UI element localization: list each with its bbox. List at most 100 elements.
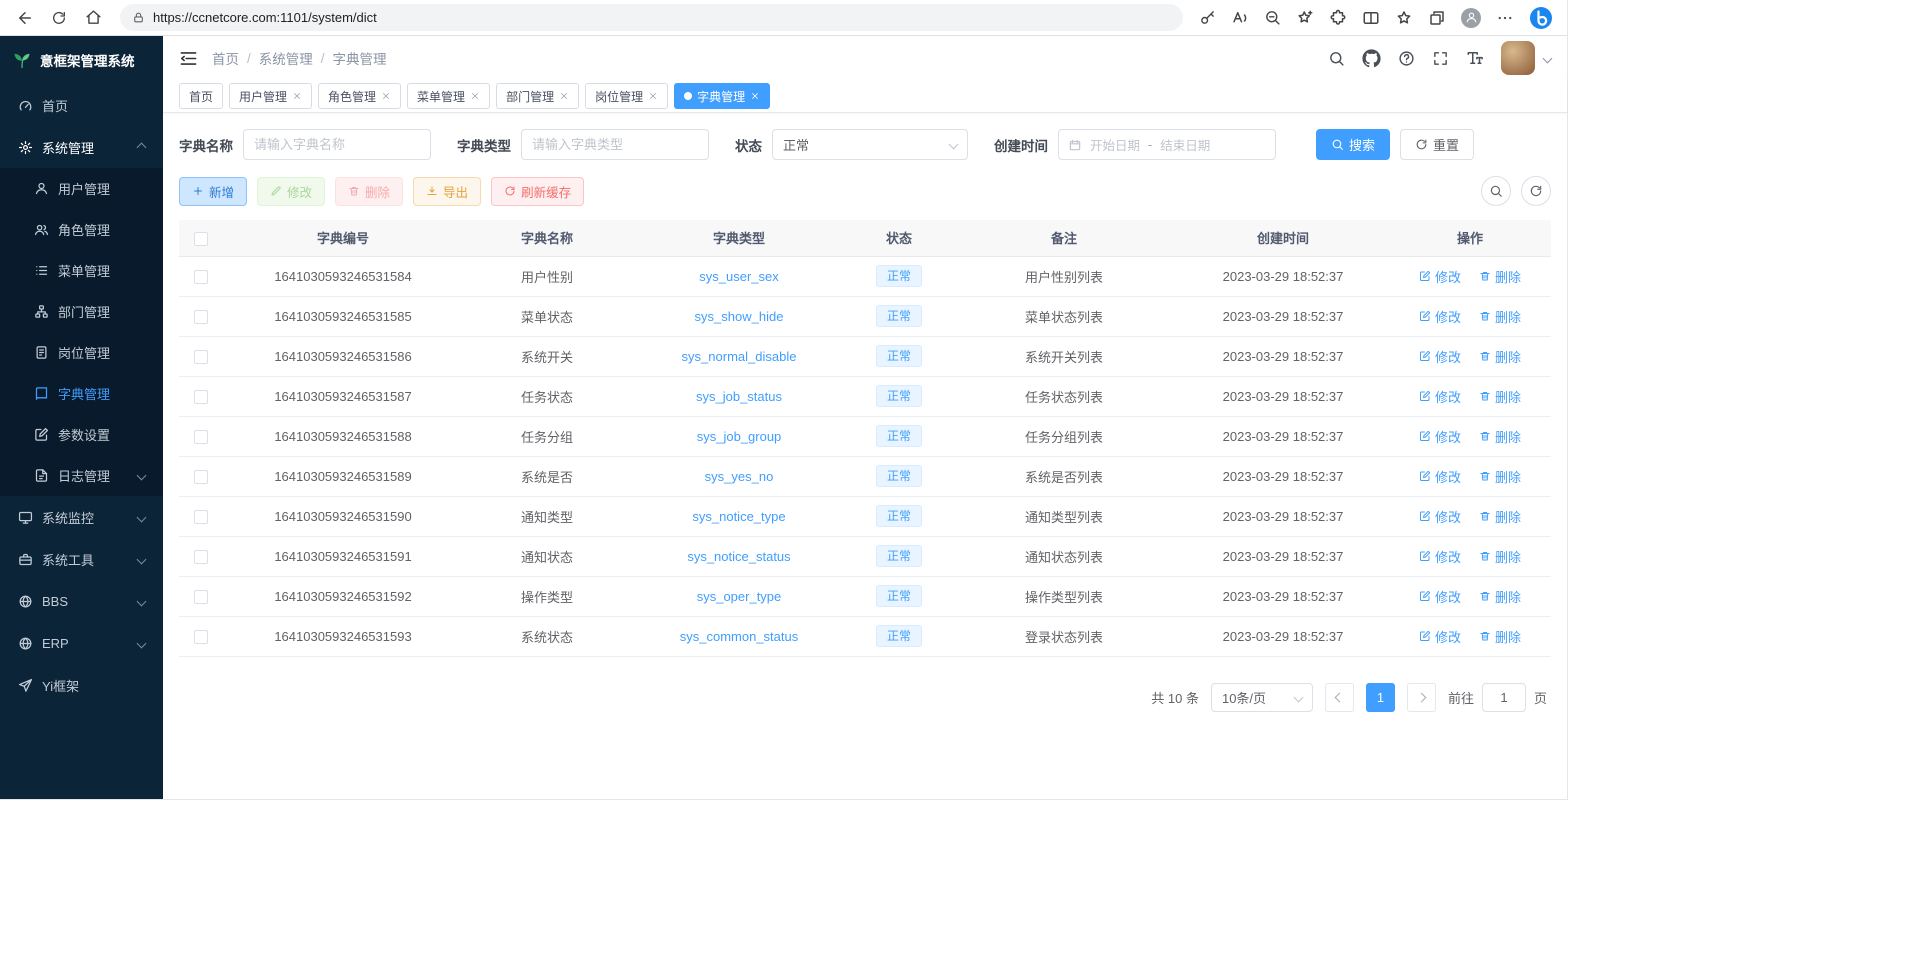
close-icon[interactable] [648, 91, 658, 101]
tab-dept-mgmt[interactable]: 部门管理 [496, 83, 579, 109]
site-info-lock-icon[interactable] [132, 11, 145, 24]
table-row[interactable]: 1641030593246531589 系统是否 sys_yes_no 正常 系… [179, 456, 1551, 496]
dict-type-link[interactable]: sys_yes_no [705, 469, 774, 484]
table-row[interactable]: 1641030593246531587 任务状态 sys_job_status … [179, 376, 1551, 416]
sidebar-item-role-mgmt[interactable]: 角色管理 [0, 209, 163, 250]
refresh-table-button[interactable] [1521, 176, 1551, 206]
dict-type-link[interactable]: sys_notice_status [687, 549, 790, 564]
table-row[interactable]: 1641030593246531586 系统开关 sys_normal_disa… [179, 336, 1551, 376]
select-all-checkbox[interactable] [194, 232, 208, 246]
table-row[interactable]: 1641030593246531591 通知状态 sys_notice_stat… [179, 536, 1551, 576]
row-delete-link[interactable]: 删除 [1479, 307, 1521, 326]
dict-type-link[interactable]: sys_show_hide [695, 309, 784, 324]
status-select[interactable]: 正常 [772, 129, 968, 160]
row-checkbox[interactable] [194, 630, 208, 644]
row-delete-link[interactable]: 删除 [1479, 547, 1521, 566]
dict-type-link[interactable]: sys_common_status [680, 629, 799, 644]
collections-icon[interactable] [1428, 9, 1446, 27]
table-row[interactable]: 1641030593246531592 操作类型 sys_oper_type 正… [179, 576, 1551, 616]
search-icon[interactable] [1328, 50, 1345, 67]
table-row[interactable]: 1641030593246531585 菜单状态 sys_show_hide 正… [179, 296, 1551, 336]
fullscreen-icon[interactable] [1432, 50, 1449, 67]
export-button[interactable]: 导出 [413, 177, 481, 206]
row-checkbox[interactable] [194, 550, 208, 564]
sidebar-item-home[interactable]: 首页 [0, 84, 163, 126]
close-icon[interactable] [470, 91, 480, 101]
sidebar-item-system-monitor[interactable]: 系统监控 [0, 496, 163, 538]
row-delete-link[interactable]: 删除 [1479, 387, 1521, 406]
tab-menu-mgmt[interactable]: 菜单管理 [407, 83, 490, 109]
bing-chat-icon[interactable] [1529, 6, 1553, 30]
prev-page-button[interactable] [1325, 683, 1354, 712]
delete-button[interactable]: 删除 [335, 177, 403, 206]
tab-home[interactable]: 首页 [179, 83, 223, 109]
sidebar-item-system-mgmt[interactable]: 系统管理 [0, 126, 163, 168]
row-checkbox[interactable] [194, 270, 208, 284]
reset-button[interactable]: 重置 [1400, 129, 1474, 160]
github-icon[interactable] [1362, 49, 1381, 68]
row-edit-link[interactable]: 修改 [1419, 267, 1461, 286]
zoom-icon[interactable] [1264, 9, 1281, 26]
url-text[interactable]: https://ccnetcore.com:1101/system/dict [153, 10, 377, 25]
chevron-down-icon[interactable] [1543, 53, 1553, 63]
sidebar-item-param-settings[interactable]: 参数设置 [0, 414, 163, 455]
row-delete-link[interactable]: 删除 [1479, 467, 1521, 486]
row-checkbox[interactable] [194, 430, 208, 444]
row-edit-link[interactable]: 修改 [1419, 547, 1461, 566]
dict-type-link[interactable]: sys_job_group [697, 429, 782, 444]
address-bar[interactable]: https://ccnetcore.com:1101/system/dict [120, 4, 1183, 31]
row-delete-link[interactable]: 删除 [1479, 627, 1521, 646]
row-checkbox[interactable] [194, 390, 208, 404]
row-checkbox[interactable] [194, 590, 208, 604]
refresh-button[interactable] [44, 3, 74, 33]
row-checkbox[interactable] [194, 310, 208, 324]
extensions-icon[interactable] [1329, 9, 1347, 27]
row-edit-link[interactable]: 修改 [1419, 387, 1461, 406]
table-row[interactable]: 1641030593246531584 用户性别 sys_user_sex 正常… [179, 256, 1551, 296]
dict-name-input[interactable] [243, 129, 431, 160]
sidebar-item-bbs[interactable]: BBS [0, 580, 163, 622]
tab-role-mgmt[interactable]: 角色管理 [318, 83, 401, 109]
dict-type-link[interactable]: sys_oper_type [697, 589, 782, 604]
show-search-toggle-button[interactable] [1481, 176, 1511, 206]
table-row[interactable]: 1641030593246531593 系统状态 sys_common_stat… [179, 616, 1551, 656]
user-avatar[interactable] [1501, 41, 1535, 75]
row-checkbox[interactable] [194, 350, 208, 364]
search-button[interactable]: 搜索 [1316, 129, 1390, 160]
close-icon[interactable] [292, 91, 302, 101]
row-edit-link[interactable]: 修改 [1419, 427, 1461, 446]
sidebar-item-menu-mgmt[interactable]: 菜单管理 [0, 250, 163, 291]
row-edit-link[interactable]: 修改 [1419, 467, 1461, 486]
font-size-icon[interactable] [1466, 49, 1484, 67]
current-page[interactable]: 1 [1366, 683, 1395, 712]
sidebar-item-erp[interactable]: ERP [0, 622, 163, 664]
collapse-sidebar-icon[interactable] [179, 49, 198, 68]
table-row[interactable]: 1641030593246531588 任务分组 sys_job_group 正… [179, 416, 1551, 456]
table-row[interactable]: 1641030593246531590 通知类型 sys_notice_type… [179, 496, 1551, 536]
close-icon[interactable] [559, 91, 569, 101]
goto-page-input[interactable] [1482, 683, 1526, 712]
favorites-bar-icon[interactable] [1395, 9, 1413, 27]
breadcrumb-home[interactable]: 首页 [212, 48, 239, 68]
dict-type-link[interactable]: sys_user_sex [699, 269, 778, 284]
row-delete-link[interactable]: 删除 [1479, 587, 1521, 606]
breadcrumb-system-mgmt[interactable]: 系统管理 [259, 48, 313, 68]
dict-type-input[interactable] [521, 129, 709, 160]
tab-post-mgmt[interactable]: 岗位管理 [585, 83, 668, 109]
browser-profile-avatar[interactable] [1461, 8, 1481, 28]
edit-button[interactable]: 修改 [257, 177, 325, 206]
row-edit-link[interactable]: 修改 [1419, 507, 1461, 526]
sidebar-item-user-mgmt[interactable]: 用户管理 [0, 168, 163, 209]
row-delete-link[interactable]: 删除 [1479, 267, 1521, 286]
end-date-placeholder[interactable]: 结束日期 [1160, 135, 1210, 154]
sidebar-item-log-mgmt[interactable]: 日志管理 [0, 455, 163, 496]
close-icon[interactable] [381, 91, 391, 101]
read-aloud-icon[interactable] [1231, 9, 1249, 27]
sidebar-item-system-tools[interactable]: 系统工具 [0, 538, 163, 580]
start-date-placeholder[interactable]: 开始日期 [1090, 135, 1140, 154]
back-button[interactable] [10, 3, 40, 33]
home-button[interactable] [78, 3, 108, 33]
row-edit-link[interactable]: 修改 [1419, 347, 1461, 366]
refresh-cache-button[interactable]: 刷新缓存 [491, 177, 584, 206]
row-checkbox[interactable] [194, 470, 208, 484]
